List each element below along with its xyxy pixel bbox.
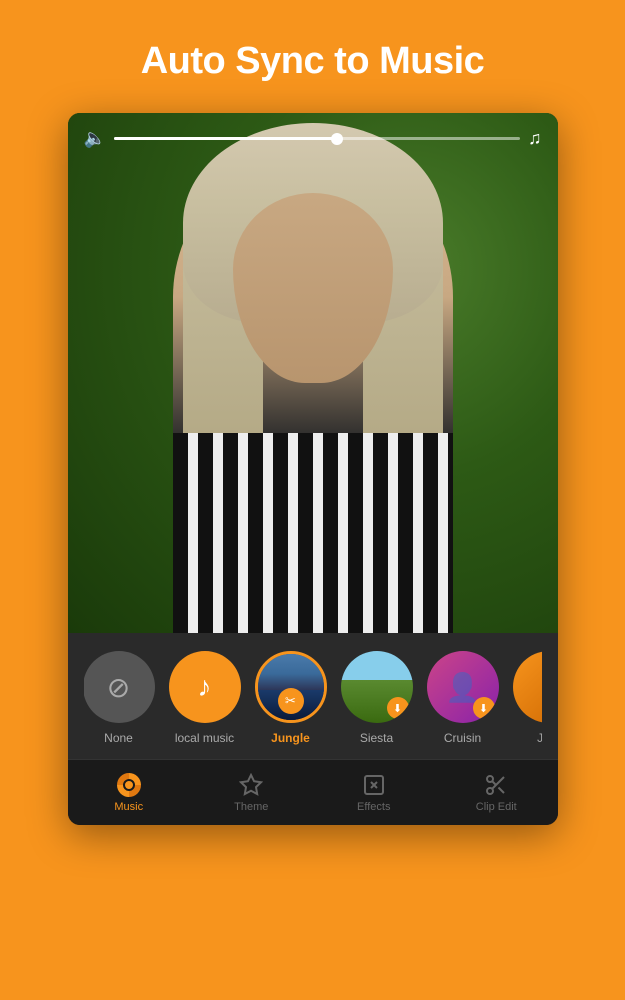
effects-icon	[362, 773, 386, 797]
music-thumb-jungle: ✂	[255, 651, 327, 723]
volume-icon[interactable]: 🔈	[84, 128, 106, 149]
header-title: Auto Sync to Music	[20, 40, 605, 83]
theme-star-icon	[239, 773, 263, 797]
nav-item-music[interactable]: Music	[68, 760, 191, 825]
ju-bg	[513, 651, 542, 723]
music-label-local: local music	[175, 731, 234, 745]
music-item-jungle[interactable]: ✂ Jungle	[256, 651, 326, 745]
nav-item-theme[interactable]: Theme	[190, 760, 313, 825]
bottom-nav: Music Theme Effects	[68, 759, 558, 825]
music-item-local[interactable]: ♪ local music	[170, 651, 240, 745]
nav-label-effects: Effects	[357, 801, 390, 813]
music-item-cruisin[interactable]: 👤 ⬇ Cruisin	[428, 651, 498, 745]
scissors-icon: ✂	[285, 693, 296, 709]
nav-label-theme: Theme	[234, 801, 268, 813]
progress-handle[interactable]	[331, 133, 343, 145]
jungle-scissors-badge: ✂	[278, 688, 304, 714]
music-label-cruisin: Cruisin	[444, 731, 481, 745]
music-label-siesta: Siesta	[360, 731, 393, 745]
music-item-ju[interactable]: Ju...	[514, 651, 542, 745]
music-label-none: None	[104, 731, 133, 745]
music-thumb-ju	[513, 651, 542, 723]
music-thumb-none: ⊘	[84, 651, 155, 723]
music-selector: ⊘ None ♪ local music	[68, 633, 558, 759]
music-items-list: ⊘ None ♪ local music	[84, 651, 542, 745]
nav-label-music: Music	[114, 801, 143, 813]
music-thumb-local: ♪	[169, 651, 241, 723]
music-item-none[interactable]: ⊘ None	[84, 651, 154, 745]
nav-label-clip-edit: Clip Edit	[476, 801, 517, 813]
nav-item-effects[interactable]: Effects	[313, 760, 436, 825]
phone-wrapper: 🔈 ♫ ⊘ None	[0, 113, 625, 1000]
video-area: 🔈 ♫	[68, 113, 558, 633]
music-vinyl-icon	[117, 773, 141, 797]
music-label-jungle: Jungle	[271, 731, 310, 745]
clip-edit-scissors-icon	[484, 773, 508, 797]
none-slash-icon: ⊘	[107, 671, 130, 704]
progress-bar[interactable]	[114, 137, 520, 140]
player-controls: 🔈 ♫	[68, 128, 558, 149]
local-music-icon: ♪	[198, 671, 212, 703]
music-note-icon[interactable]: ♫	[528, 128, 542, 149]
music-thumb-siesta: ⬇	[341, 651, 413, 723]
music-label-ju: Ju...	[537, 731, 541, 745]
person-shirt	[173, 433, 453, 633]
nav-item-clip-edit[interactable]: Clip Edit	[435, 760, 558, 825]
cruisin-download-icon: ⬇	[473, 697, 495, 719]
music-thumb-cruisin: 👤 ⬇	[427, 651, 499, 723]
phone-screen: 🔈 ♫ ⊘ None	[68, 113, 558, 825]
header: Auto Sync to Music	[0, 0, 625, 113]
app-container: Auto Sync to Music 🔈	[0, 0, 625, 1000]
cruisin-person-icon: 👤	[445, 671, 480, 704]
siesta-download-icon: ⬇	[387, 697, 409, 719]
progress-fill	[114, 137, 337, 140]
music-item-siesta[interactable]: ⬇ Siesta	[342, 651, 412, 745]
